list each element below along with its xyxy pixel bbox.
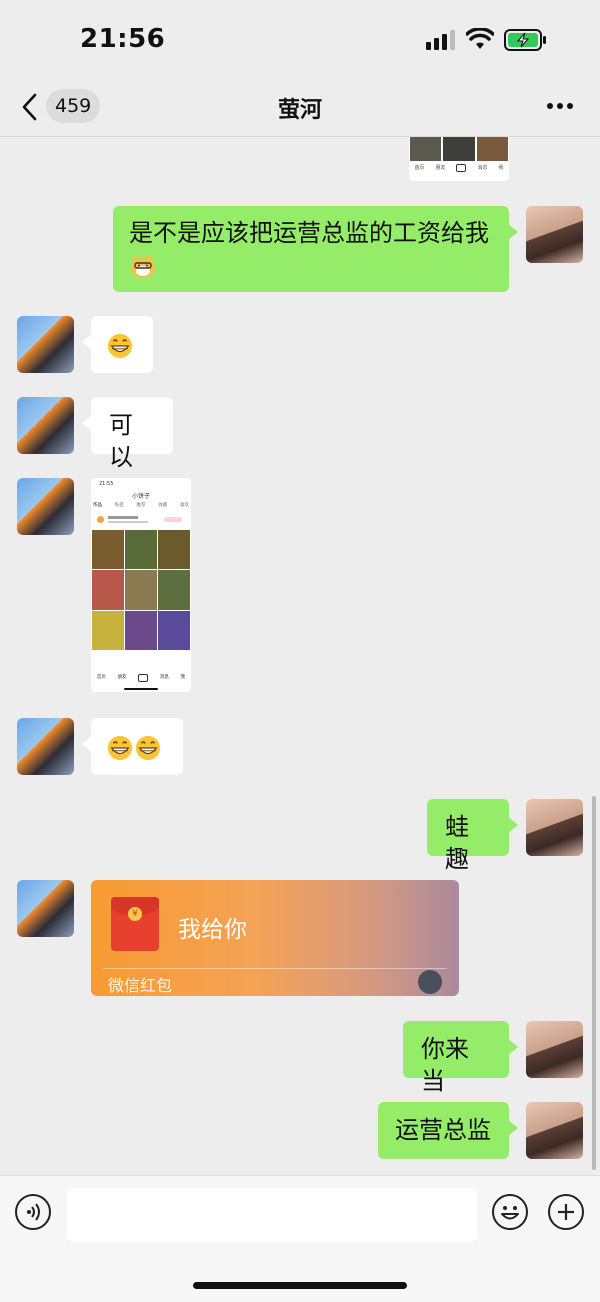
screenshot-nav: 朋友 <box>117 675 127 680</box>
scrollbar[interactable] <box>592 796 596 1170</box>
previous-image-snippet[interactable]: 首页 朋友 消息 我 <box>409 137 509 181</box>
message-text: 是不是应该把运营总监的工资给我 <box>129 219 489 247</box>
message-bubble-received[interactable]: 可以 <box>82 397 173 471</box>
screenshot-nav: 首页 <box>96 675 106 680</box>
screenshot-banner <box>94 514 188 526</box>
screenshot-tab: 收藏 <box>158 503 168 508</box>
message-bubble-received[interactable] <box>82 316 153 373</box>
battery-icon <box>504 29 546 51</box>
red-packet-icon: ¥ <box>111 897 159 951</box>
message-bubble-sent[interactable]: 是不是应该把运营总监的工资给我 <box>113 206 518 292</box>
emoji-icon[interactable] <box>492 1194 528 1230</box>
my-avatar[interactable] <box>526 799 583 856</box>
message-bubble-sent[interactable]: 你来当 <box>403 1021 518 1095</box>
screenshot-image-message[interactable]: 21:55 小饼子 作品 私密 推荐 收藏 喜欢 首页 朋友 消息 我 <box>91 478 191 692</box>
message-bubble-sent[interactable]: 蛙趣 <box>427 799 518 873</box>
screenshot-grid <box>92 530 190 650</box>
red-packet-label: 微信红包 <box>108 976 173 995</box>
grin-emoji-icon <box>107 333 133 359</box>
signal-icon <box>426 30 455 50</box>
friend-avatar[interactable] <box>17 478 74 535</box>
message-text: 蛙趣 <box>445 813 469 873</box>
plus-icon[interactable] <box>548 1194 584 1230</box>
screenshot-time: 21:55 <box>99 481 114 487</box>
status-bar: 21:56 <box>0 0 600 80</box>
status-time: 21:56 <box>80 24 166 54</box>
message-text: 运营总监 <box>395 1116 491 1144</box>
message-text: 你来当 <box>421 1035 469 1095</box>
screenshot-nav: 我 <box>180 675 186 680</box>
my-avatar[interactable] <box>526 1021 583 1078</box>
home-indicator[interactable] <box>193 1282 407 1289</box>
friend-avatar[interactable] <box>17 397 74 454</box>
my-avatar[interactable] <box>526 206 583 263</box>
snippet-tab: 消息 <box>477 165 488 171</box>
message-text: 可以 <box>109 411 133 471</box>
screenshot-tab: 私密 <box>114 503 124 508</box>
screenshot-tab: 作品 <box>93 503 102 508</box>
screenshot-title: 小饼子 <box>131 493 150 500</box>
screenshot-plus-icon <box>138 674 149 682</box>
friend-avatar[interactable] <box>17 880 74 937</box>
screenshot-tab: 喜欢 <box>180 503 189 508</box>
snippet-tab: 朋友 <box>435 165 446 171</box>
red-packet-cover-icon <box>418 970 442 994</box>
dog-emoji-icon <box>129 253 157 279</box>
chat-header: 459 萤河 <box>0 80 600 137</box>
voice-icon[interactable] <box>15 1194 51 1230</box>
wifi-icon <box>466 28 494 49</box>
friend-avatar[interactable] <box>17 718 74 775</box>
snippet-tab: 我 <box>498 165 504 171</box>
grin-emoji-icon <box>135 735 161 761</box>
chat-title: 萤河 <box>277 98 322 123</box>
friend-avatar[interactable] <box>17 316 74 373</box>
more-icon[interactable] <box>546 102 574 110</box>
screenshot-nav: 消息 <box>159 675 169 680</box>
screenshot-tab: 推荐 <box>136 503 146 508</box>
message-bubble-sent[interactable]: 运营总监 <box>378 1102 518 1159</box>
grin-emoji-icon <box>107 735 133 761</box>
snippet-plus-icon <box>456 164 467 172</box>
message-input[interactable] <box>67 1188 477 1242</box>
red-packet-message[interactable]: ¥ 我给你 微信红包 <box>91 880 459 996</box>
red-packet-text: 我给你 <box>178 917 247 943</box>
snippet-tab: 首页 <box>414 165 425 171</box>
my-avatar[interactable] <box>526 1102 583 1159</box>
message-bubble-received[interactable] <box>82 718 183 775</box>
